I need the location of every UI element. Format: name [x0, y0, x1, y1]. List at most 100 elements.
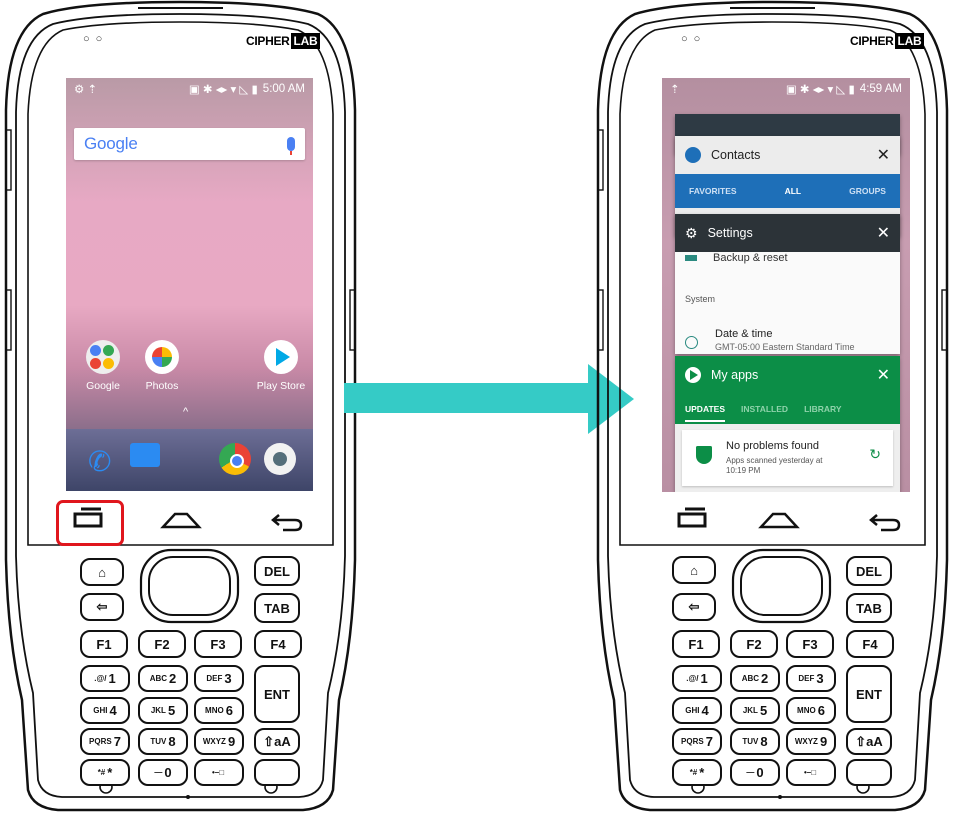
tab-key[interactable]: TAB — [254, 593, 300, 623]
star-key[interactable]: *# * — [80, 759, 130, 786]
recent-card-settings[interactable]: ⚙ Settings ✕ Backup & reset System Date … — [675, 214, 900, 354]
app-drawer-chevron-icon[interactable]: ^ — [183, 406, 188, 418]
google-search-bar[interactable]: Google — [74, 128, 305, 160]
backup-reset-row[interactable]: Backup & reset — [685, 252, 788, 264]
f3-key[interactable]: F3 — [786, 630, 834, 658]
digit-6-key[interactable]: MNO 6 — [786, 697, 836, 724]
digit-2-key[interactable]: ABC 2 — [138, 665, 188, 692]
tab-favorites[interactable]: FAVORITES — [689, 186, 737, 196]
digit-9-key[interactable]: WXYZ 9 — [194, 728, 244, 755]
digit-0-key[interactable]: —0 — [138, 759, 188, 786]
digit-5-key[interactable]: JKL 5 — [138, 697, 188, 724]
home-screen: ⚙ ⇡ ▣ ✱ ◂▸ ▾ ◺ ▮5:00 AM Google Google P — [66, 78, 313, 491]
symbol-key[interactable]: •–□ — [194, 759, 244, 786]
close-icon[interactable]: ✕ — [877, 365, 890, 385]
digit-4-key[interactable]: GHI 4 — [672, 697, 722, 724]
status-time: 4:59 AM — [859, 83, 902, 95]
f4-key[interactable]: F4 — [846, 630, 894, 658]
scan-status-card: No problems found Apps scanned yesterday… — [682, 430, 893, 486]
camera-dots: ○○ — [681, 33, 707, 45]
star-key[interactable]: *# * — [672, 759, 722, 786]
f2-key[interactable]: F2 — [730, 630, 778, 658]
my-apps-tabs: UPDATES INSTALLED LIBRARY — [675, 394, 900, 424]
back-icon — [271, 514, 303, 532]
f1-key[interactable]: F1 — [80, 630, 128, 658]
app-play-store[interactable]: Play Store — [251, 340, 311, 392]
digit-5-key[interactable]: JKL 5 — [730, 697, 780, 724]
digit-2-key[interactable]: ABC 2 — [730, 665, 780, 692]
phone-icon[interactable]: ✆ — [88, 445, 111, 478]
tab-installed[interactable]: INSTALLED — [741, 404, 788, 414]
recent-apps-icon — [677, 507, 707, 528]
status-icons: ▣ ✱ ◂▸ ▾ ◺ ▮ — [785, 84, 855, 96]
digit-3-key[interactable]: DEF 3 — [786, 665, 836, 692]
brand-logo: CIPHER LAB — [850, 33, 925, 49]
card-title: My apps — [711, 368, 759, 382]
f3-key[interactable]: F3 — [194, 630, 242, 658]
status-bar: ⚙ ⇡ ▣ ✱ ◂▸ ▾ ◺ ▮ 5:00 AM — [66, 78, 313, 100]
back-key[interactable]: ⇦ — [80, 593, 124, 621]
system-section-header: System — [685, 294, 716, 304]
space-key[interactable] — [254, 759, 300, 786]
home-icon — [758, 512, 800, 529]
tab-library[interactable]: LIBRARY — [804, 404, 841, 414]
play-store-icon — [264, 340, 298, 374]
hotseat: ✆ — [66, 429, 313, 491]
status-icons: ▣ ✱ ◂▸ ▾ ◺ ▮ — [188, 84, 258, 96]
digit-8-key[interactable]: TUV 8 — [730, 728, 780, 755]
home-icon — [160, 512, 202, 529]
refresh-icon[interactable]: ↻ — [869, 446, 881, 463]
digit-0-key[interactable]: —0 — [730, 759, 780, 786]
f1-key[interactable]: F1 — [672, 630, 720, 658]
card-title: Contacts — [711, 148, 761, 162]
shift-key[interactable]: ⇧aA — [254, 728, 300, 755]
digit-7-key[interactable]: PQRS 7 — [80, 728, 130, 755]
del-key[interactable]: DEL — [254, 556, 300, 586]
tab-groups[interactable]: GROUPS — [849, 186, 886, 196]
photos-icon — [145, 340, 179, 374]
close-icon[interactable]: ✕ — [877, 223, 890, 243]
back-icon — [869, 514, 901, 532]
play-store-icon — [685, 367, 701, 383]
recents-screen: ⇡ ▣ ✱ ◂▸ ▾ ◺ ▮ 4:59 AM Contacts ✕ FAVORIT… — [662, 78, 910, 492]
back-key[interactable]: ⇦ — [672, 593, 716, 621]
app-google[interactable]: Google — [73, 340, 133, 392]
up-key[interactable]: ⌂ — [672, 556, 716, 584]
settings-gear-icon: ⚙ — [685, 224, 698, 241]
google-logo: Google — [84, 134, 138, 153]
symbol-key[interactable]: •–□ — [786, 759, 836, 786]
messages-icon[interactable] — [130, 443, 160, 467]
digit-1-key[interactable]: .@/1 — [672, 665, 722, 692]
digit-6-key[interactable]: MNO 6 — [194, 697, 244, 724]
contacts-icon — [685, 147, 701, 163]
digit-3-key[interactable]: DEF 3 — [194, 665, 244, 692]
digit-9-key[interactable]: WXYZ 9 — [786, 728, 836, 755]
digit-4-key[interactable]: GHI 4 — [80, 697, 130, 724]
enter-key[interactable]: ENT — [254, 665, 300, 723]
space-key[interactable] — [846, 759, 892, 786]
del-key[interactable]: DEL — [846, 556, 892, 586]
f4-key[interactable]: F4 — [254, 630, 302, 658]
tab-updates[interactable]: UPDATES — [685, 404, 725, 422]
up-key[interactable]: ⌂ — [80, 558, 124, 586]
f2-key[interactable]: F2 — [138, 630, 186, 658]
status-bar: ⇡ ▣ ✱ ◂▸ ▾ ◺ ▮ 4:59 AM — [662, 78, 910, 100]
notification-icon: ⚙ ⇡ — [74, 84, 98, 96]
recent-apps-highlight[interactable] — [56, 500, 124, 546]
digit-7-key[interactable]: PQRS 7 — [672, 728, 722, 755]
enter-key[interactable]: ENT — [846, 665, 892, 723]
tab-key[interactable]: TAB — [846, 593, 892, 623]
backup-icon — [685, 255, 697, 261]
app-photos[interactable]: Photos — [132, 340, 192, 392]
clock-icon — [685, 336, 698, 349]
digit-8-key[interactable]: TUV 8 — [138, 728, 188, 755]
digit-1-key[interactable]: .@/1 — [80, 665, 130, 692]
camera-dots: ○○ — [83, 33, 109, 45]
shield-icon — [696, 446, 712, 464]
close-icon[interactable]: ✕ — [877, 145, 890, 165]
google-folder-icon — [86, 340, 120, 374]
tab-all[interactable]: ALL — [785, 186, 802, 196]
shift-key[interactable]: ⇧aA — [846, 728, 892, 755]
recent-card-my-apps[interactable]: My apps ✕ UPDATES INSTALLED LIBRARY No p… — [675, 356, 900, 492]
mic-icon[interactable] — [287, 137, 295, 155]
